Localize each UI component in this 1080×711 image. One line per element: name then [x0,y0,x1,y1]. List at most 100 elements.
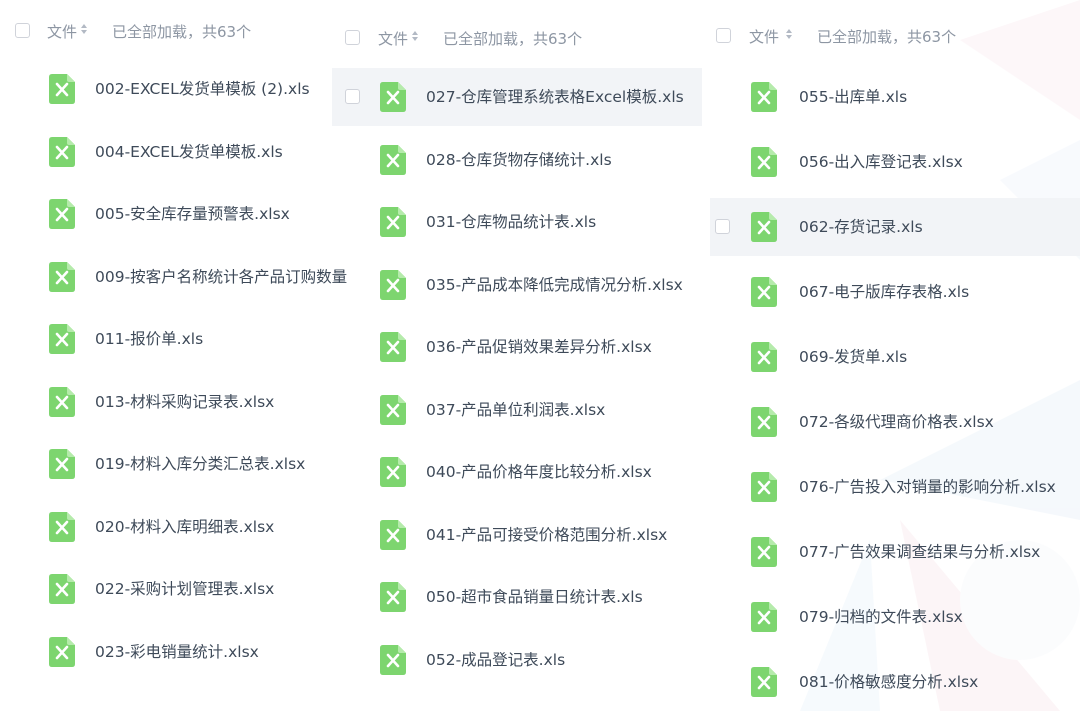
file-name[interactable]: 067-电子版库存表格.xls [799,282,969,302]
excel-file-icon [49,386,75,417]
file-row[interactable]: 052-成品登记表.xls [332,631,702,689]
sort-icon[interactable] [80,22,88,36]
file-row[interactable]: 035-产品成本降低完成情况分析.xlsx [332,256,702,314]
file-row[interactable]: 081-价格敏感度分析.xlsx [710,653,1080,711]
load-status: 已全部加载，共63个 [443,30,583,48]
file-name[interactable]: 056-出入库登记表.xlsx [799,152,963,172]
file-name[interactable]: 019-材料入库分类汇总表.xlsx [95,454,305,474]
excel-file-icon [49,324,75,354]
file-row[interactable]: 036-产品促销效果差异分析.xlsx [332,318,702,376]
excel-file-icon [49,261,75,292]
file-name[interactable]: 005-安全库存量预警表.xlsx [95,204,290,224]
excel-file-icon [380,519,406,550]
file-name[interactable]: 079-归档的文件表.xlsx [799,607,963,627]
file-row[interactable]: 041-产品可接受价格范围分析.xlsx [332,506,702,564]
excel-file-icon [751,667,777,697]
sort-icon[interactable] [785,27,793,41]
file-name[interactable]: 023-彩电销量统计.xlsx [95,642,259,662]
name-column-header[interactable]: 文件 [749,26,779,47]
select-all-checkbox[interactable] [716,28,731,43]
file-row[interactable]: 076-广告投入对销量的影响分析.xlsx [710,458,1080,516]
excel-file-icon [49,636,75,667]
excel-file-icon [49,574,75,604]
file-name[interactable]: 028-仓库货物存储统计.xls [426,150,612,170]
file-row[interactable]: 055-出库单.xls [710,68,1080,126]
excel-file-icon [49,136,75,167]
file-name[interactable]: 031-仓库物品统计表.xls [426,212,596,232]
file-row[interactable]: 009-按客户名称统计各产品订购数量 [0,248,347,306]
file-row[interactable]: 077-广告效果调查结果与分析.xlsx [710,523,1080,581]
file-name[interactable]: 002-EXCEL发货单模板 (2).xls [95,79,310,99]
file-row[interactable]: 028-仓库货物存储统计.xls [332,131,702,189]
excel-file-icon [380,457,406,487]
select-all-checkbox[interactable] [15,23,30,38]
file-row[interactable]: 050-超市食品销量日统计表.xls [332,568,702,626]
file-row[interactable]: 037-产品单位利润表.xlsx [332,381,702,439]
file-row[interactable]: 005-安全库存量预警表.xlsx [0,185,332,243]
file-name[interactable]: 081-价格敏感度分析.xlsx [799,672,978,692]
file-name[interactable]: 027-仓库管理系统表格Excel模板.xls [426,87,684,107]
file-row[interactable]: 023-彩电销量统计.xlsx [0,623,332,681]
excel-file-icon [380,82,406,112]
excel-file-icon [49,449,75,479]
name-column-header[interactable]: 文件 [47,21,77,42]
file-row[interactable]: 002-EXCEL发货单模板 (2).xls [0,60,332,118]
file-row[interactable]: 040-产品价格年度比较分析.xlsx [332,443,702,501]
excel-file-icon [380,207,406,237]
file-panel-2: 文件 已全部加载，共63个 027-仓库管理系统表格Excel模板.xls 028… [332,0,702,711]
file-name[interactable]: 077-广告效果调查结果与分析.xlsx [799,542,1040,562]
select-all-checkbox[interactable] [345,30,360,45]
file-name[interactable]: 072-各级代理商价格表.xlsx [799,412,994,432]
file-name[interactable]: 004-EXCEL发货单模板.xls [95,142,283,162]
file-row[interactable]: 079-归档的文件表.xlsx [710,588,1080,646]
row-checkbox[interactable] [715,219,730,234]
row-checkbox[interactable] [345,89,360,104]
file-name[interactable]: 041-产品可接受价格范围分析.xlsx [426,525,667,545]
excel-file-icon [380,582,406,612]
excel-file-icon [751,602,777,632]
file-row[interactable]: 069-发货单.xls [710,328,1080,386]
file-name[interactable]: 076-广告投入对销量的影响分析.xlsx [799,477,1056,497]
file-name[interactable]: 050-超市食品销量日统计表.xls [426,587,643,607]
excel-file-icon [751,537,777,567]
excel-file-icon [751,472,777,502]
file-name[interactable]: 009-按客户名称统计各产品订购数量 [95,267,347,287]
file-row[interactable]: 013-材料采购记录表.xlsx [0,373,332,431]
excel-file-icon [751,407,777,437]
sort-icon[interactable] [411,29,419,43]
excel-file-icon [751,82,777,112]
excel-file-icon [380,332,406,362]
name-column-header[interactable]: 文件 [378,28,408,49]
file-row[interactable]: 056-出入库登记表.xlsx [710,133,1080,191]
file-row[interactable]: 020-材料入库明细表.xlsx [0,498,332,556]
file-name[interactable]: 069-发货单.xls [799,347,907,367]
file-name[interactable]: 037-产品单位利润表.xlsx [426,400,605,420]
file-name[interactable]: 052-成品登记表.xls [426,650,565,670]
file-row[interactable]: 027-仓库管理系统表格Excel模板.xls [332,68,702,126]
file-row[interactable]: 062-存货记录.xls [710,198,1080,256]
file-name[interactable]: 035-产品成本降低完成情况分析.xlsx [426,275,683,295]
load-status: 已全部加载，共63个 [817,28,957,46]
load-status: 已全部加载，共63个 [112,23,252,41]
file-name[interactable]: 055-出库单.xls [799,87,907,107]
file-row[interactable]: 031-仓库物品统计表.xls [332,193,702,251]
file-row[interactable]: 019-材料入库分类汇总表.xlsx [0,435,332,493]
file-name[interactable]: 011-报价单.xls [95,329,203,349]
file-name[interactable]: 036-产品促销效果差异分析.xlsx [426,337,652,357]
excel-file-icon [380,644,406,675]
excel-file-icon [49,199,75,229]
file-row[interactable]: 022-采购计划管理表.xlsx [0,560,332,618]
excel-file-icon [380,269,406,300]
file-row[interactable]: 067-电子版库存表格.xls [710,263,1080,321]
file-name[interactable]: 062-存货记录.xls [799,217,923,237]
list-header: 文件 已全部加载，共63个 [0,16,332,46]
file-row[interactable]: 011-报价单.xls [0,310,332,368]
file-name[interactable]: 013-材料采购记录表.xlsx [95,392,274,412]
file-name[interactable]: 020-材料入库明细表.xlsx [95,517,274,537]
file-name[interactable]: 022-采购计划管理表.xlsx [95,579,274,599]
file-name[interactable]: 040-产品价格年度比较分析.xlsx [426,462,652,482]
file-row[interactable]: 072-各级代理商价格表.xlsx [710,393,1080,451]
excel-file-icon [751,277,777,307]
file-row[interactable]: 004-EXCEL发货单模板.xls [0,123,332,181]
excel-file-icon [380,394,406,425]
